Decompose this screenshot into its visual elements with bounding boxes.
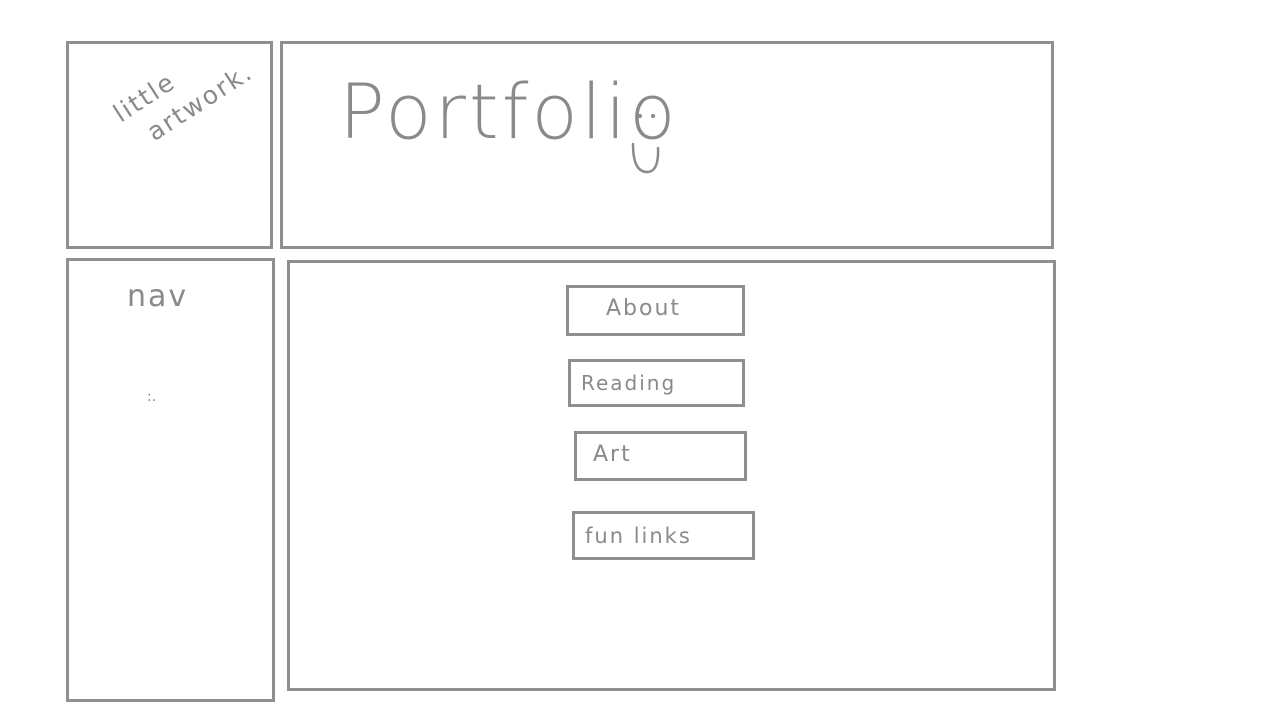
header-panel: Portfolio (280, 41, 1054, 249)
nav-dots: :. (147, 389, 157, 405)
main-content: About Reading Art fun links (287, 260, 1056, 691)
reading-button[interactable]: Reading (568, 359, 745, 407)
logo-panel[interactable]: little artwork. (66, 41, 273, 249)
fun-links-button[interactable]: fun links (572, 511, 755, 560)
art-button-label: Art (593, 442, 632, 467)
about-button-label: About (606, 296, 682, 321)
art-button[interactable]: Art (574, 431, 747, 481)
reading-button-label: Reading (581, 371, 677, 395)
smiley-icon (631, 114, 660, 174)
fun-links-button-label: fun links (585, 524, 692, 548)
nav-sidebar: nav :. (66, 258, 275, 702)
page-title: Portfolio (339, 67, 679, 156)
wireframe-canvas: little artwork. Portfolio nav :. About R… (0, 0, 1280, 720)
logo-text: little artwork. (107, 4, 295, 159)
nav-label: nav (127, 279, 189, 314)
about-button[interactable]: About (566, 285, 745, 336)
